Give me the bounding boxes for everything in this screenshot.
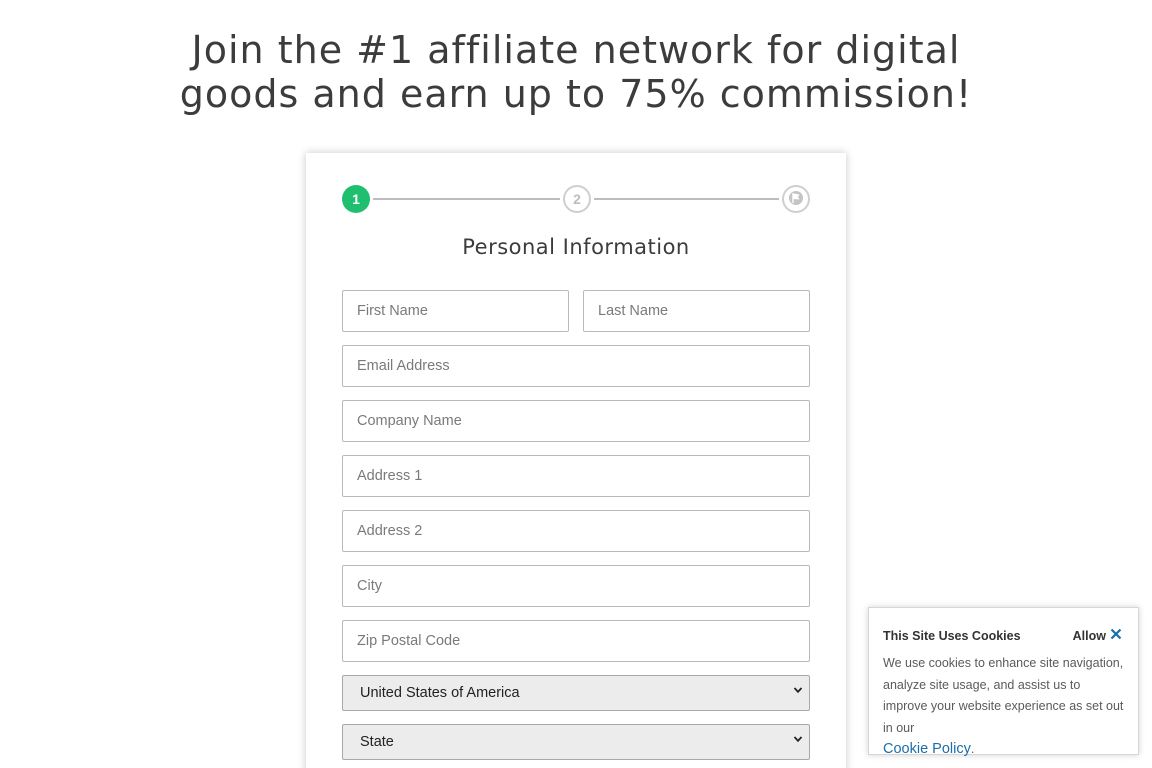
cookie-banner: This Site Uses Cookies Allow We use cook… xyxy=(868,607,1139,757)
address-2-input[interactable] xyxy=(342,510,810,552)
cookie-banner-title: This Site Uses Cookies xyxy=(883,629,1021,643)
section-title: Personal Information xyxy=(462,235,690,259)
cookie-period: . xyxy=(970,742,975,756)
stepper-line-2 xyxy=(594,198,779,200)
signup-form-card: 1 2 Personal Information United States o… xyxy=(306,153,846,768)
chevron-down-icon xyxy=(793,734,803,747)
state-selected-value: State xyxy=(360,734,394,750)
flag-icon xyxy=(788,190,804,209)
state-select[interactable]: State xyxy=(342,724,810,760)
first-name-input[interactable] xyxy=(342,290,569,332)
email-input[interactable] xyxy=(342,345,810,387)
zip-postal-code-input[interactable] xyxy=(342,620,810,662)
address-1-input[interactable] xyxy=(342,455,810,497)
close-icon[interactable] xyxy=(1110,626,1122,643)
cookie-policy-link[interactable]: Cookie Policy xyxy=(883,741,971,757)
company-name-input[interactable] xyxy=(342,400,810,442)
headline-line-2: goods and earn up to 75% commission! xyxy=(179,72,973,116)
step-2-indicator: 2 xyxy=(563,185,591,213)
country-select[interactable]: United States of America xyxy=(342,675,810,711)
country-selected-value: United States of America xyxy=(360,685,520,701)
cookie-banner-body: We use cookies to enhance site navigatio… xyxy=(883,653,1127,761)
step-finish-indicator xyxy=(782,185,810,213)
headline-line-1: Join the #1 affiliate network for digita… xyxy=(191,28,961,72)
city-input[interactable] xyxy=(342,565,810,607)
chevron-down-icon xyxy=(793,685,803,698)
stepper-line-1 xyxy=(373,198,560,200)
page-headline: Join the #1 affiliate network for digita… xyxy=(0,28,1152,116)
progress-stepper: 1 2 xyxy=(342,185,810,213)
step-1-indicator: 1 xyxy=(342,185,370,213)
cookie-banner-text: We use cookies to enhance site navigatio… xyxy=(883,656,1124,735)
last-name-input[interactable] xyxy=(583,290,810,332)
allow-cookies-button[interactable]: Allow xyxy=(1073,629,1106,643)
